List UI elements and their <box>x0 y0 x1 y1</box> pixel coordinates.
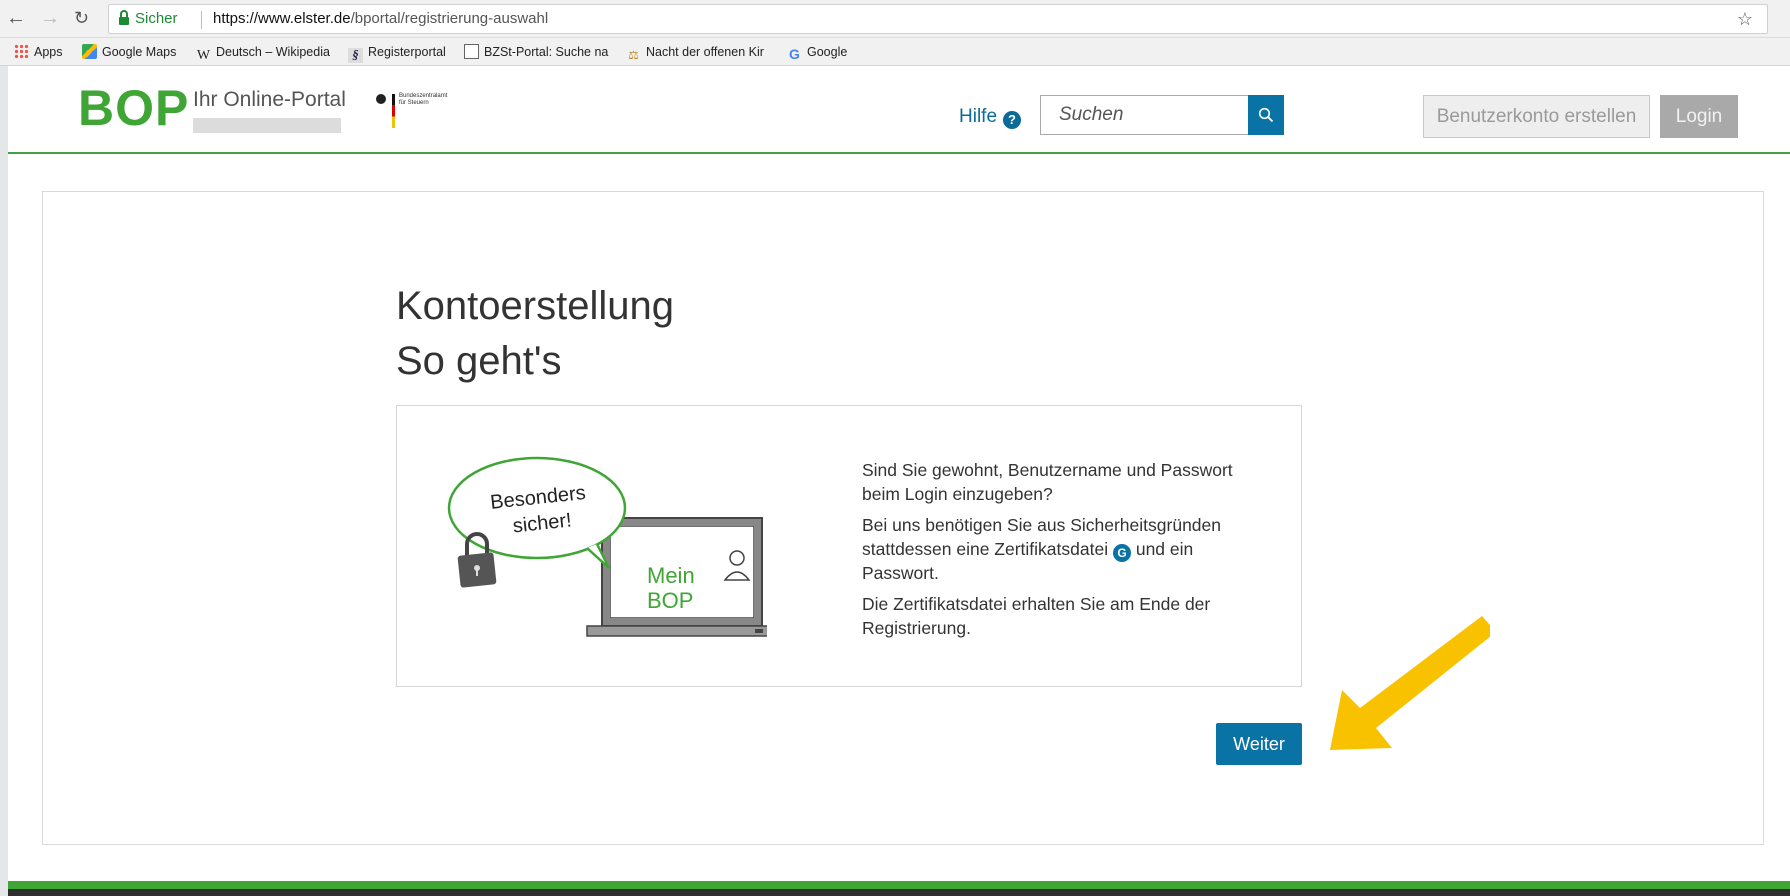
help-label: Hilfe <box>959 106 998 127</box>
info-text: Sind Sie gewohnt, Benutzername und Passw… <box>862 459 1262 648</box>
wikipedia-icon: W <box>196 48 211 63</box>
glossary-icon[interactable]: G <box>1112 543 1131 562</box>
info-paragraph-2: Bei uns benötigen Sie aus Sicherheitsgrü… <box>862 514 1262 585</box>
apps-grid-icon <box>14 44 29 59</box>
document-icon <box>464 44 479 59</box>
scale-icon: ⚖ <box>628 48 639 62</box>
search-input[interactable] <box>1040 95 1248 135</box>
help-link[interactable]: Hilfe? <box>959 106 1022 129</box>
forward-arrow-icon[interactable]: → <box>40 6 60 30</box>
info-paragraph-1: Sind Sie gewohnt, Benutzername und Passw… <box>862 460 1233 504</box>
google-icon: G <box>789 46 800 62</box>
url-domain: https://www.elster.de <box>213 10 351 27</box>
bookmark-label: BZSt-Portal: Suche na <box>484 45 609 59</box>
secure-label: Sicher <box>135 10 178 27</box>
bookmark-label: Nacht der offenen Kir <box>646 45 764 59</box>
reload-icon[interactable]: ↻ <box>74 6 89 30</box>
bookmark-nacht-der-offenen[interactable]: ⚖ Nacht der offenen Kir <box>626 44 764 63</box>
screen-line2: BOP <box>647 588 693 613</box>
info-paragraph-3: Die Zertifikatsdatei erhalten Sie am End… <box>862 594 1211 638</box>
logo-subtitle: Ihr Online-Portal <box>193 88 346 111</box>
create-account-button[interactable]: Benutzerkonto erstellen <box>1423 95 1650 138</box>
browser-address-bar: ← → ↻ Sicher https://www.elster.de/bport… <box>0 0 1790 38</box>
next-button[interactable]: Weiter <box>1216 723 1302 765</box>
site-header: BOP Ihr Online-Portal Bundeszentralamt fü… <box>8 66 1790 154</box>
url-text: https://www.elster.de/bportal/registrier… <box>213 5 548 33</box>
footer-green-bar <box>8 881 1790 889</box>
page-title: Kontoerstellung <box>396 284 674 328</box>
bookmarks-bar: Apps Google Maps W Deutsch – Wikipedia § R… <box>0 38 1790 66</box>
yellow-arrow-icon <box>1330 616 1490 750</box>
google-maps-icon <box>82 44 97 59</box>
bookmark-label: Google Maps <box>102 45 177 59</box>
bookmark-bzst-portal[interactable]: BZSt-Portal: Suche na <box>464 44 608 60</box>
bop-logo[interactable]: BOP <box>78 80 189 136</box>
bookmark-label: Google <box>807 45 848 59</box>
url-separator <box>201 11 202 29</box>
bookmark-label: Deutsch – Wikipedia <box>216 45 330 59</box>
left-gutter <box>0 0 8 896</box>
bookmark-registerportal[interactable]: § Registerportal <box>348 44 446 63</box>
bookmark-label: Registerportal <box>368 45 446 59</box>
bookmark-label: Apps <box>34 45 63 59</box>
german-flag-bar <box>392 94 395 128</box>
logo-underline-bar <box>193 118 341 133</box>
info-box: Mein BOP Besonders sicher! Sind Sie gewo… <box>396 405 1302 687</box>
federal-eagle-icon <box>376 94 386 104</box>
bookmark-apps[interactable]: Apps <box>14 44 63 60</box>
footer-dark-bar <box>8 889 1790 896</box>
bookmark-wikipedia[interactable]: W Deutsch – Wikipedia <box>196 44 330 63</box>
search-button[interactable] <box>1248 95 1284 135</box>
bookmark-google[interactable]: G Google <box>787 44 847 62</box>
login-button[interactable]: Login <box>1660 95 1738 138</box>
bookmark-star-icon[interactable]: ☆ <box>1737 5 1753 33</box>
security-illustration: Mein BOP Besonders sicher! <box>447 456 767 637</box>
screen-line1: Mein <box>647 563 695 588</box>
search-icon <box>1258 107 1274 123</box>
help-question-icon: ? <box>1003 111 1022 129</box>
bookmark-google-maps[interactable]: Google Maps <box>82 44 176 60</box>
paragraph-icon: § <box>348 48 363 63</box>
bzst-logo-text: Bundeszentralamt für Steuern <box>399 93 448 106</box>
url-path: /bportal/registrierung-auswahl <box>350 10 549 27</box>
lock-icon <box>119 10 129 25</box>
back-arrow-icon[interactable]: ← <box>6 6 26 30</box>
page-subtitle: So geht's <box>396 339 562 383</box>
url-field[interactable]: Sicher https://www.elster.de/bportal/reg… <box>108 4 1768 34</box>
